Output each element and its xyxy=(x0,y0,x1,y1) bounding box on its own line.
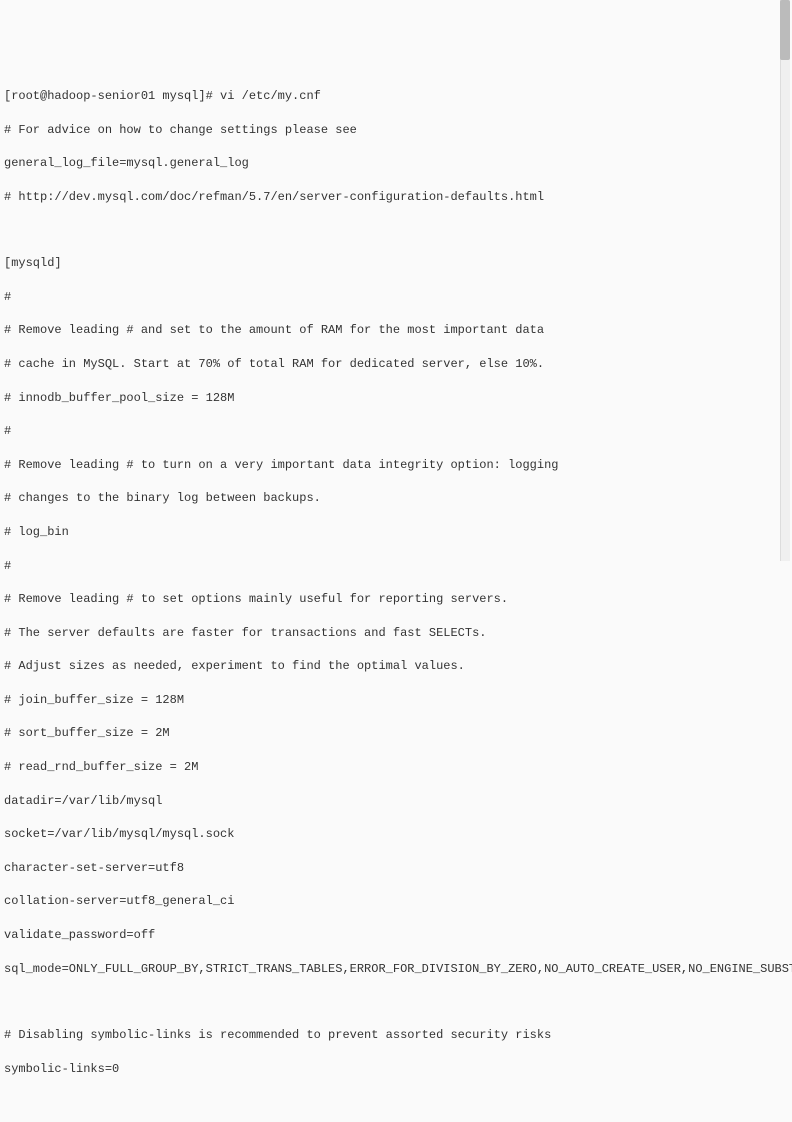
terminal-output: [root@hadoop-senior01 mysql]# vi /etc/my… xyxy=(4,71,788,1122)
config-line: validate_password=off xyxy=(4,927,788,944)
config-line: # Disabling symbolic-links is recommende… xyxy=(4,1027,788,1044)
config-line: # read_rnd_buffer_size = 2M xyxy=(4,759,788,776)
config-line: # xyxy=(4,289,788,306)
config-line: # changes to the binary log between back… xyxy=(4,490,788,507)
config-line: character-set-server=utf8 xyxy=(4,860,788,877)
config-line: # Adjust sizes as needed, experiment to … xyxy=(4,658,788,675)
config-line: collation-server=utf8_general_ci xyxy=(4,893,788,910)
shell-prompt: [root@hadoop-senior01 mysql]# vi /etc/my… xyxy=(4,88,788,105)
config-line: datadir=/var/lib/mysql xyxy=(4,793,788,810)
config-line: # Remove leading # to set options mainly… xyxy=(4,591,788,608)
config-line: # The server defaults are faster for tra… xyxy=(4,625,788,642)
config-line: # sort_buffer_size = 2M xyxy=(4,725,788,742)
scrollbar-track[interactable] xyxy=(780,0,790,561)
config-line: # For advice on how to change settings p… xyxy=(4,122,788,139)
config-line: # join_buffer_size = 128M xyxy=(4,692,788,709)
config-line: # http://dev.mysql.com/doc/refman/5.7/en… xyxy=(4,189,788,206)
config-line: # Remove leading # to turn on a very imp… xyxy=(4,457,788,474)
config-line: symbolic-links=0 xyxy=(4,1061,788,1078)
config-line: # cache in MySQL. Start at 70% of total … xyxy=(4,356,788,373)
config-line: general_log_file=mysql.general_log xyxy=(4,155,788,172)
config-line xyxy=(4,1094,788,1110)
config-line: # log_bin xyxy=(4,524,788,541)
config-line: # Remove leading # and set to the amount… xyxy=(4,322,788,339)
config-line: sql_mode=ONLY_FULL_GROUP_BY,STRICT_TRANS… xyxy=(4,961,788,978)
config-line xyxy=(4,222,788,238)
config-line xyxy=(4,994,788,1010)
config-line: # xyxy=(4,423,788,440)
config-line: # xyxy=(4,558,788,575)
config-line: socket=/var/lib/mysql/mysql.sock xyxy=(4,826,788,843)
config-line: # innodb_buffer_pool_size = 128M xyxy=(4,390,788,407)
config-section: [mysqld] xyxy=(4,255,788,272)
scrollbar-thumb[interactable] xyxy=(780,0,790,60)
